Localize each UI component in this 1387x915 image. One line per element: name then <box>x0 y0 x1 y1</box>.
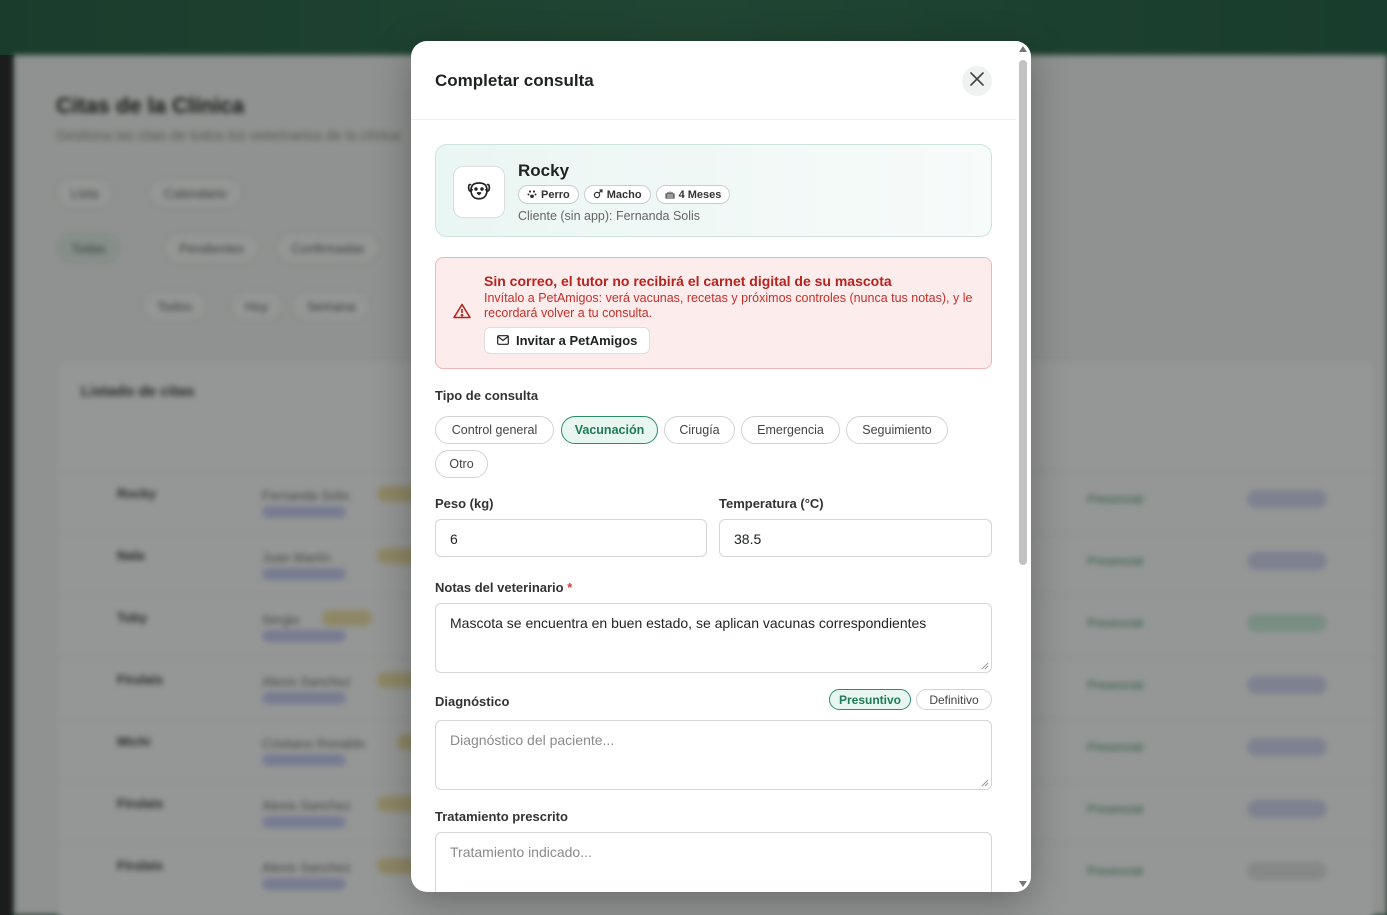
consult-type-otro[interactable]: Otro <box>435 450 488 478</box>
consult-type-emergencia[interactable]: Emergencia <box>741 416 840 444</box>
consult-type-vacunacion[interactable]: Vacunación <box>561 416 658 444</box>
pet-summary-card: Rocky Perro Macho 4 Meses Cliente (sin a… <box>435 144 992 237</box>
weight-label: Peso (kg) <box>435 496 494 511</box>
age-label: 4 Meses <box>678 189 722 201</box>
treatment-label: Tratamiento prescrito <box>435 809 568 824</box>
alert-title: Sin correo, el tutor no recibirá el carn… <box>484 273 892 289</box>
notes-value: Mascota se encuentra en buen estado, se … <box>450 615 927 631</box>
alert-text: Invítalo a PetAmigos: verá vacunas, rece… <box>484 291 973 320</box>
notes-textarea[interactable]: Mascota se encuentra en buen estado, se … <box>435 603 992 673</box>
consult-type-seguimiento[interactable]: Seguimiento <box>846 416 948 444</box>
close-button[interactable] <box>962 66 992 96</box>
required-mark: * <box>567 580 573 595</box>
invite-button-label: Invitar a PetAmigos <box>516 333 638 348</box>
pet-client: Cliente (sin app): Fernanda Solis <box>518 209 701 223</box>
age-badge: 4 Meses <box>655 185 731 204</box>
consult-type-label: Tipo de consulta <box>435 388 539 403</box>
notes-label: Notas del veterinario * <box>435 580 572 595</box>
warning-triangle-icon <box>453 303 471 324</box>
cake-icon <box>665 189 675 203</box>
dialog-title: Completar consulta <box>435 71 594 90</box>
invite-petamigos-button[interactable]: Invitar a PetAmigos <box>484 327 651 354</box>
temperature-label: Temperatura (°C) <box>719 496 824 511</box>
pet-avatar <box>453 166 505 218</box>
close-icon <box>970 71 984 91</box>
species-label: Perro <box>541 189 570 201</box>
treatment-textarea[interactable]: Tratamiento indicado... <box>435 832 992 892</box>
pet-name: Rocky <box>518 161 570 180</box>
diagnosis-placeholder: Diagnóstico del paciente... <box>450 732 615 748</box>
paw-icon <box>527 189 537 203</box>
dog-face-icon <box>466 177 492 208</box>
resize-handle-icon[interactable] <box>981 779 989 787</box>
mail-icon <box>497 333 509 348</box>
consult-type-cirugia[interactable]: Cirugía <box>664 416 735 444</box>
no-email-alert: Sin correo, el tutor no recibirá el carn… <box>435 257 992 369</box>
scrollbar-thumb[interactable] <box>1019 60 1027 565</box>
notes-label-text: Notas del veterinario <box>435 580 564 595</box>
diagnosis-textarea[interactable]: Diagnóstico del paciente... <box>435 720 992 790</box>
scroll-up-arrow[interactable] <box>1019 46 1027 52</box>
diagnosis-presuntivo-toggle[interactable]: Presuntivo <box>829 689 911 710</box>
weight-input[interactable]: 6 <box>435 519 707 557</box>
sex-badge: Macho <box>583 185 651 204</box>
temperature-input[interactable]: 38.5 <box>719 519 992 557</box>
resize-handle-icon[interactable] <box>981 662 989 670</box>
consult-type-control-general[interactable]: Control general <box>435 416 554 444</box>
dialog-header: Completar consulta <box>411 41 1016 120</box>
pet-badges: Perro Macho 4 Meses <box>518 185 731 204</box>
diagnosis-label: Diagnóstico <box>435 694 510 709</box>
scroll-down-arrow[interactable] <box>1019 881 1027 887</box>
male-icon <box>593 189 603 203</box>
diagnosis-definitivo-toggle[interactable]: Definitivo <box>916 689 992 710</box>
sex-label: Macho <box>606 189 642 201</box>
complete-consultation-dialog: Completar consulta Rocky Perro Macho 4 M… <box>411 41 1031 892</box>
treatment-placeholder: Tratamiento indicado... <box>450 844 592 860</box>
species-badge: Perro <box>518 185 579 204</box>
